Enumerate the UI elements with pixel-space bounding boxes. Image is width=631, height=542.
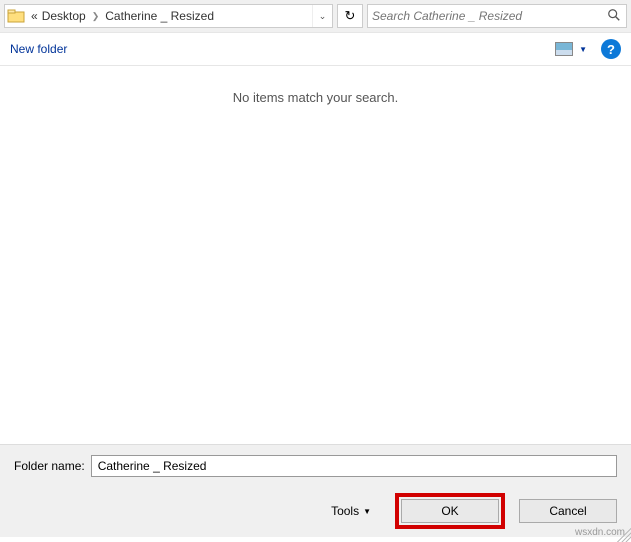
- cancel-button[interactable]: Cancel: [519, 499, 617, 523]
- search-box[interactable]: [367, 4, 627, 28]
- folder-icon: [7, 7, 25, 25]
- folder-name-input[interactable]: [91, 455, 617, 477]
- help-icon[interactable]: ?: [601, 39, 621, 59]
- chevron-right-icon[interactable]: ❯: [88, 11, 104, 22]
- tools-menu[interactable]: Tools ▼: [331, 504, 381, 518]
- chevron-down-icon: ▼: [579, 45, 587, 54]
- address-dropdown[interactable]: ⌄: [312, 5, 332, 27]
- address-bar[interactable]: « Desktop ❯ Catherine _ Resized ⌄: [4, 4, 333, 28]
- breadcrumb-desktop[interactable]: Desktop: [40, 9, 88, 23]
- breadcrumb-prefix: «: [29, 9, 40, 23]
- breadcrumb-current[interactable]: Catherine _ Resized: [103, 9, 216, 23]
- ok-highlight-box: OK: [395, 493, 505, 529]
- ok-button[interactable]: OK: [401, 499, 499, 523]
- folder-name-label: Folder name:: [14, 459, 85, 473]
- file-list-area: No items match your search.: [0, 66, 631, 444]
- search-icon[interactable]: [606, 8, 622, 25]
- tools-label: Tools: [331, 504, 359, 518]
- new-folder-button[interactable]: New folder: [10, 42, 67, 56]
- refresh-button[interactable]: ↻: [337, 4, 363, 28]
- empty-message: No items match your search.: [233, 90, 398, 444]
- resize-grip[interactable]: [617, 528, 631, 542]
- view-options-button[interactable]: ▼: [555, 42, 587, 56]
- thumbnail-icon: [555, 42, 573, 56]
- search-input[interactable]: [372, 9, 606, 23]
- chevron-down-icon: ▼: [363, 507, 371, 516]
